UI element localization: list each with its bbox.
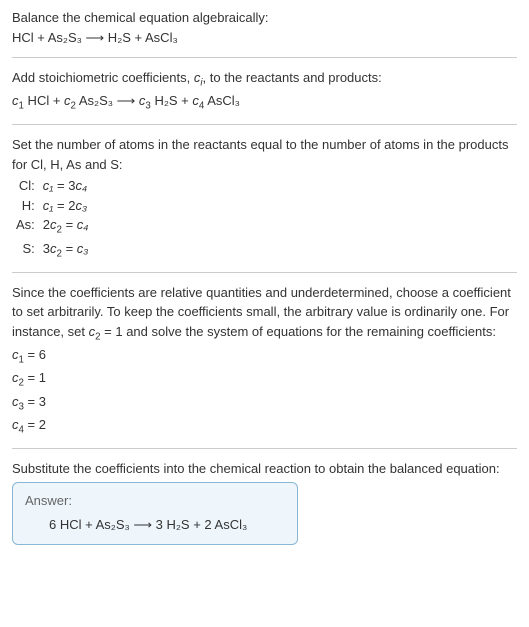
eq-fragment: AsCl₃ (204, 93, 240, 108)
unbalanced-equation: HCl + As₂S₃ ⟶ H₂S + AsCl₃ (12, 28, 517, 48)
element-label: H: (12, 196, 39, 216)
balance-equation: c₁ = 3c₄ (39, 176, 93, 196)
list-item: c2 = 1 (12, 368, 517, 391)
table-row: S: 3c2 = c₃ (12, 239, 93, 262)
solve-intro: Since the coefficients are relative quan… (12, 283, 517, 345)
divider (12, 272, 517, 273)
divider (12, 124, 517, 125)
solve-section: Since the coefficients are relative quan… (12, 283, 517, 438)
lhs: c₁ (43, 178, 54, 193)
add-coefficients-text: Add stoichiometric coefficients, ci, to … (12, 68, 517, 91)
eq-op: = 2 (53, 198, 75, 213)
lhs: 3c2 (43, 241, 62, 256)
coef-value: = 3 (24, 394, 46, 409)
rhs: c₃ (77, 241, 89, 256)
eq-fragment: H₂S + (151, 93, 193, 108)
eq-op: = 3 (53, 178, 75, 193)
balance-equation: c₁ = 2c₃ (39, 196, 93, 216)
element-label: Cl: (12, 176, 39, 196)
atom-balance-table: Cl: c₁ = 3c₄ H: c₁ = 2c₃ As: 22c₂c2 = c₄… (12, 176, 93, 261)
coef-value: = 1 (24, 370, 46, 385)
table-row: H: c₁ = 2c₃ (12, 196, 93, 216)
rhs: c₄ (75, 178, 87, 193)
element-label: As: (12, 215, 39, 238)
text-fragment: Add stoichiometric coefficients, (12, 70, 194, 85)
intro-section: Balance the chemical equation algebraica… (12, 8, 517, 47)
table-row: Cl: c₁ = 3c₄ (12, 176, 93, 196)
add-coefficients-section: Add stoichiometric coefficients, ci, to … (12, 68, 517, 114)
atom-balance-section: Set the number of atoms in the reactants… (12, 135, 517, 261)
lhs: 22c₂c2 (43, 217, 62, 232)
text-fragment: , to the reactants and products: (203, 70, 382, 85)
substitute-section: Substitute the coefficients into the che… (12, 459, 517, 546)
ci-symbol: ci (194, 70, 203, 85)
list-item: c4 = 2 (12, 415, 517, 438)
coefficient-results: c1 = 6 c2 = 1 c3 = 3 c4 = 2 (12, 345, 517, 438)
list-item: c3 = 3 (12, 392, 517, 415)
set-value: = 1 (101, 324, 123, 339)
balanced-equation: 6 HCl + As₂S₃ ⟶ 3 H₂S + 2 AsCl₃ (49, 515, 285, 535)
lhs: c₁ (43, 198, 54, 213)
table-row: As: 22c₂c2 = c₄ (12, 215, 93, 238)
rhs: c₃ (75, 198, 87, 213)
substitute-text: Substitute the coefficients into the che… (12, 459, 517, 479)
atom-balance-intro: Set the number of atoms in the reactants… (12, 135, 517, 174)
balance-equation: 22c₂c2 = c₄ (39, 215, 93, 238)
divider (12, 57, 517, 58)
balance-equation: 3c2 = c₃ (39, 239, 93, 262)
list-item: c1 = 6 (12, 345, 517, 368)
eq-fragment: As₂S₃ ⟶ (76, 93, 139, 108)
eq-op: = (62, 241, 77, 256)
coef-value: = 6 (24, 347, 46, 362)
text-fragment: and solve the system of equations for th… (123, 324, 496, 339)
eq-fragment: HCl + (24, 93, 64, 108)
answer-box: Answer: 6 HCl + As₂S₃ ⟶ 3 H₂S + 2 AsCl₃ (12, 482, 298, 545)
rhs: c₄ (77, 217, 89, 232)
divider (12, 448, 517, 449)
element-label: S: (12, 239, 39, 262)
intro-text: Balance the chemical equation algebraica… (12, 8, 517, 28)
eq-op: = (62, 217, 77, 232)
answer-title: Answer: (25, 491, 285, 511)
coef-value: = 2 (24, 417, 46, 432)
coefficient-equation: c1 HCl + c2 As₂S₃ ⟶ c3 H₂S + c4 AsCl₃ (12, 91, 517, 114)
